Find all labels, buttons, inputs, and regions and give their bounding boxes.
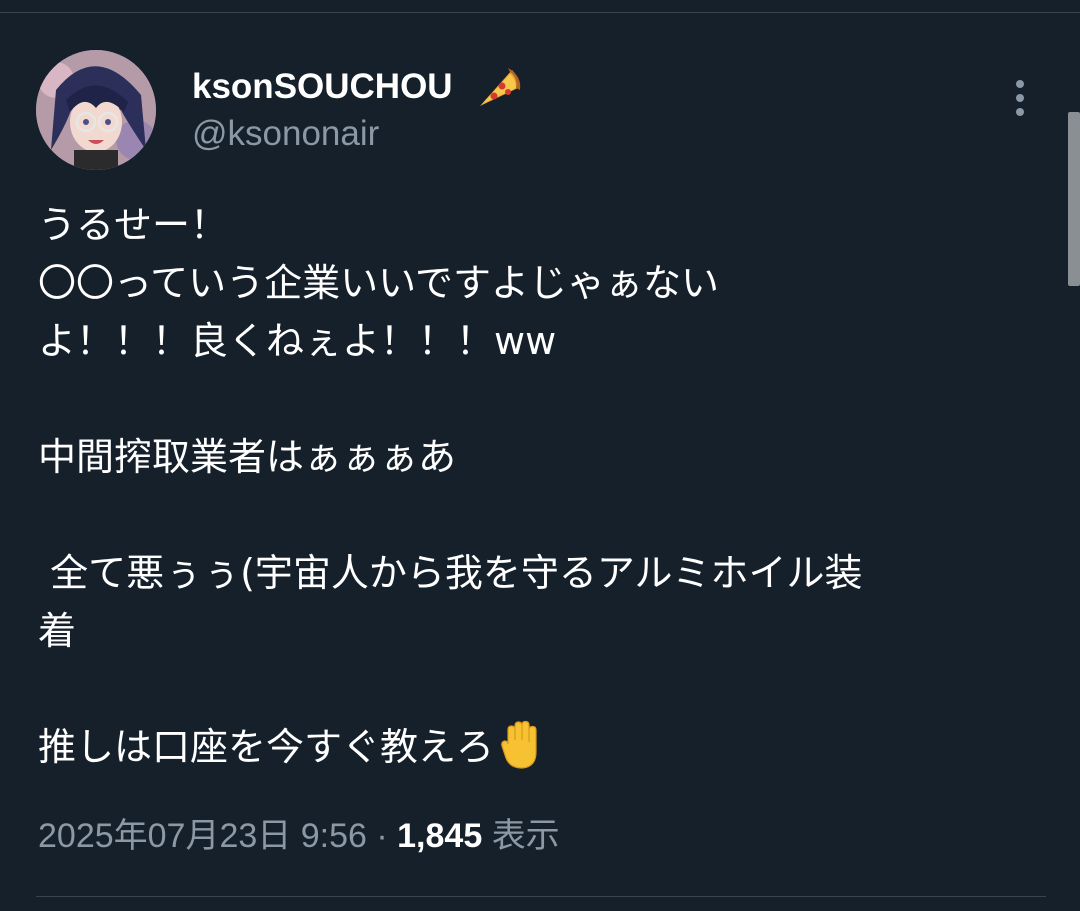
avatar-image bbox=[36, 50, 156, 170]
pizza-icon bbox=[476, 66, 522, 110]
tweet-line: 中間搾取業者はぁぁぁあ bbox=[38, 435, 457, 479]
tweet-line: よ！！！良くねぇよ！！！ww bbox=[38, 319, 557, 363]
avatar[interactable] bbox=[36, 50, 156, 170]
tweet-line-last-text: 推しは口座を今すぐ教えろ bbox=[38, 725, 495, 769]
tweet-line-last: 推しは口座を今すぐ教えろ bbox=[38, 718, 1048, 776]
bottom-divider bbox=[36, 896, 1046, 897]
more-options-icon-dot bbox=[1016, 108, 1024, 116]
more-options-icon bbox=[1016, 80, 1024, 88]
tweet-line: うるせー！ bbox=[38, 203, 229, 247]
display-name[interactable]: ksonSOUCHOU bbox=[192, 64, 453, 110]
more-options-icon-dot bbox=[1016, 94, 1024, 102]
tweet-line bbox=[38, 486, 1048, 544]
tweet-line bbox=[38, 660, 1048, 718]
tweet-line: 着 bbox=[38, 609, 77, 653]
top-divider bbox=[0, 12, 1080, 13]
meta-separator: · bbox=[376, 817, 388, 855]
views-label: 表示 bbox=[491, 817, 560, 855]
views-count: 1,845 bbox=[397, 817, 483, 855]
user-handle[interactable]: @ksononair bbox=[192, 112, 379, 156]
tweet-text: うるせー！ 〇〇っていう企業いいですよじゃぁない よ！！！良くねぇよ！！！ww … bbox=[38, 196, 1048, 776]
raised-hand-icon bbox=[498, 720, 542, 770]
timestamp[interactable]: 2025年07月23日 9:56 bbox=[38, 817, 367, 855]
more-options-button[interactable] bbox=[1004, 74, 1036, 122]
tweet-line bbox=[38, 370, 1048, 428]
tweet-line: 〇〇っていう企業いいですよじゃぁない bbox=[38, 261, 719, 305]
scrollbar[interactable] bbox=[1068, 112, 1080, 286]
tweet-meta: 2025年07月23日 9:56 · 1,845 表示 bbox=[38, 812, 560, 860]
tweet-line: 全て悪ぅぅ(宇宙人から我を守るアルミホイル装 bbox=[38, 551, 863, 595]
